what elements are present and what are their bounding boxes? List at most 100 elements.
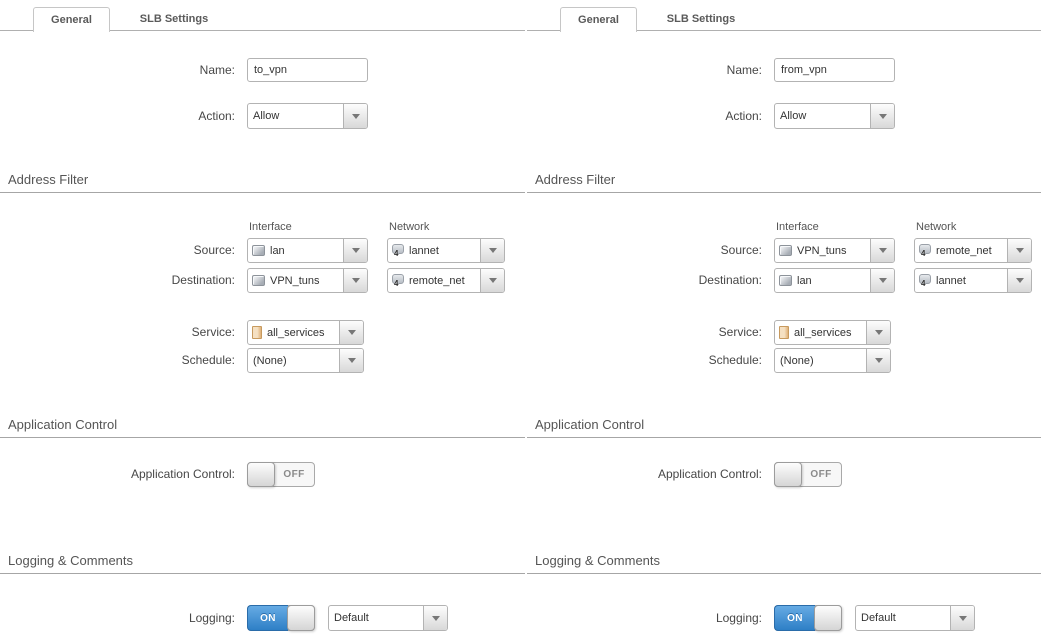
- schedule-label: Schedule:: [0, 348, 235, 373]
- rule-panel-left: General SLB Settings Name: Action: Allow…: [0, 0, 525, 642]
- source-label: Source:: [0, 238, 235, 263]
- name-input[interactable]: [247, 58, 368, 82]
- action-value: Allow: [248, 110, 343, 122]
- log-profile-value: Default: [329, 612, 423, 624]
- source-network-select[interactable]: 4 lannet: [387, 238, 505, 263]
- chevron-down-icon[interactable]: [480, 239, 504, 262]
- tab-slb-settings[interactable]: SLB Settings: [637, 7, 765, 31]
- name-label: Name:: [0, 58, 235, 82]
- chevron-down-icon[interactable]: [343, 239, 367, 262]
- application-control-toggle[interactable]: OFF: [247, 462, 315, 487]
- service-icon: [779, 326, 789, 339]
- chevron-down-icon[interactable]: [1007, 239, 1031, 262]
- tab-general[interactable]: General: [33, 7, 110, 32]
- destination-network-select[interactable]: 4 remote_net: [387, 268, 505, 293]
- chevron-down-icon[interactable]: [870, 104, 894, 128]
- application-control-toggle[interactable]: OFF: [774, 462, 842, 487]
- service-select[interactable]: all_services: [247, 320, 364, 345]
- destination-network-select[interactable]: 4 lannet: [914, 268, 1032, 293]
- network-column-header: Network: [389, 221, 429, 233]
- application-control-label: Application Control:: [527, 462, 762, 487]
- chevron-down-icon[interactable]: [339, 349, 363, 372]
- interface-icon: [779, 275, 792, 286]
- name-input[interactable]: [774, 58, 895, 82]
- chevron-down-icon[interactable]: [866, 349, 890, 372]
- source-interface-value: lan: [265, 245, 343, 257]
- logging-label: Logging:: [0, 605, 235, 631]
- source-network-value: remote_net: [931, 245, 1007, 257]
- chevron-down-icon[interactable]: [343, 269, 367, 292]
- chevron-down-icon[interactable]: [1007, 269, 1031, 292]
- destination-network-value: lannet: [931, 275, 1007, 287]
- tab-slb-settings[interactable]: SLB Settings: [110, 7, 238, 31]
- log-profile-select[interactable]: Default: [328, 605, 448, 631]
- log-profile-select[interactable]: Default: [855, 605, 975, 631]
- ipv4-network-icon: 4: [392, 244, 404, 254]
- source-network-value: lannet: [404, 245, 480, 257]
- toggle-state-label: ON: [774, 605, 815, 631]
- section-address-filter: Address Filter: [0, 172, 525, 193]
- tab-general[interactable]: General: [560, 7, 637, 32]
- tab-bar: General SLB Settings: [527, 0, 1041, 31]
- action-select[interactable]: Allow: [774, 103, 895, 129]
- destination-label: Destination:: [0, 268, 235, 293]
- interface-icon: [252, 275, 265, 286]
- ipv4-network-icon: 4: [919, 274, 931, 284]
- source-interface-select[interactable]: VPN_tuns: [774, 238, 895, 263]
- chevron-down-icon[interactable]: [870, 269, 894, 292]
- ipv4-network-icon: 4: [919, 244, 931, 254]
- service-label: Service:: [0, 320, 235, 345]
- chevron-down-icon[interactable]: [866, 321, 890, 344]
- interface-icon: [779, 245, 792, 256]
- action-label: Action:: [0, 103, 235, 129]
- chevron-down-icon[interactable]: [480, 269, 504, 292]
- schedule-value: (None): [248, 355, 339, 367]
- destination-label: Destination:: [527, 268, 762, 293]
- service-label: Service:: [527, 320, 762, 345]
- chevron-down-icon[interactable]: [950, 606, 974, 630]
- destination-interface-select[interactable]: VPN_tuns: [247, 268, 368, 293]
- action-select[interactable]: Allow: [247, 103, 368, 129]
- interface-column-header: Interface: [249, 221, 292, 233]
- source-network-select[interactable]: 4 remote_net: [914, 238, 1032, 263]
- destination-interface-value: VPN_tuns: [265, 275, 343, 287]
- application-control-label: Application Control:: [0, 462, 235, 487]
- toggle-knob: [774, 462, 802, 487]
- toggle-state-label: ON: [247, 605, 288, 631]
- schedule-select[interactable]: (None): [247, 348, 364, 373]
- section-logging-comments: Logging & Comments: [527, 553, 1041, 574]
- source-interface-value: VPN_tuns: [792, 245, 870, 257]
- service-value: all_services: [262, 327, 339, 339]
- toggle-knob: [814, 605, 842, 631]
- destination-network-value: remote_net: [404, 275, 480, 287]
- name-label: Name:: [527, 58, 762, 82]
- toggle-knob: [287, 605, 315, 631]
- interface-column-header: Interface: [776, 221, 819, 233]
- chevron-down-icon[interactable]: [423, 606, 447, 630]
- service-icon: [252, 326, 262, 339]
- toggle-state-label: OFF: [274, 463, 314, 486]
- chevron-down-icon[interactable]: [343, 104, 367, 128]
- logging-toggle[interactable]: ON: [247, 605, 315, 631]
- interface-icon: [252, 245, 265, 256]
- schedule-label: Schedule:: [527, 348, 762, 373]
- source-label: Source:: [527, 238, 762, 263]
- service-select[interactable]: all_services: [774, 320, 891, 345]
- source-interface-select[interactable]: lan: [247, 238, 368, 263]
- schedule-select[interactable]: (None): [774, 348, 891, 373]
- network-column-header: Network: [916, 221, 956, 233]
- log-profile-value: Default: [856, 612, 950, 624]
- section-application-control: Application Control: [0, 417, 525, 438]
- toggle-knob: [247, 462, 275, 487]
- section-address-filter: Address Filter: [527, 172, 1041, 193]
- chevron-down-icon[interactable]: [870, 239, 894, 262]
- destination-interface-value: lan: [792, 275, 870, 287]
- service-value: all_services: [789, 327, 866, 339]
- section-logging-comments: Logging & Comments: [0, 553, 525, 574]
- destination-interface-select[interactable]: lan: [774, 268, 895, 293]
- logging-toggle[interactable]: ON: [774, 605, 842, 631]
- action-value: Allow: [775, 110, 870, 122]
- chevron-down-icon[interactable]: [339, 321, 363, 344]
- action-label: Action:: [527, 103, 762, 129]
- schedule-value: (None): [775, 355, 866, 367]
